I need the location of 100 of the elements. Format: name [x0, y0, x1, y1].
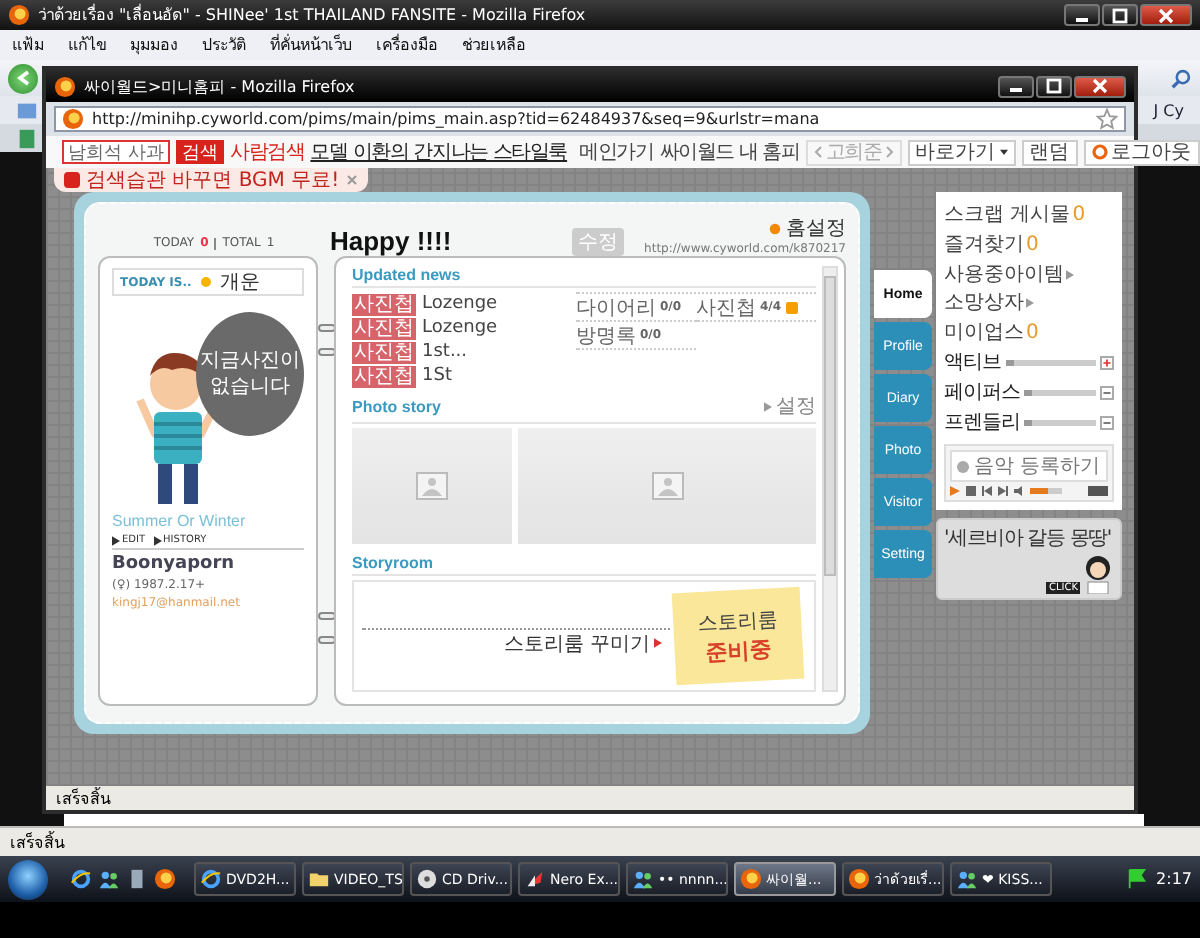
close-icon [1156, 7, 1176, 23]
image-icon [416, 472, 448, 500]
count-label[interactable]: 다이어리 [576, 293, 656, 321]
people-icon [632, 868, 654, 890]
avatar-icon [1082, 554, 1114, 594]
shortcut-dropdown[interactable]: 바로가기 [907, 139, 1016, 165]
notice-bar[interactable]: 검색습관 바꾸면 BGM 무료! [54, 168, 368, 192]
star-icon[interactable] [1096, 108, 1118, 130]
document-icon[interactable] [126, 868, 148, 890]
menu-item[interactable]: มุมมอง [130, 32, 178, 58]
speech-bubble: 지금사진이 없습니다 [196, 312, 304, 436]
category-tag: 사진첩 [352, 341, 416, 363]
e-logo-icon [70, 868, 92, 890]
maximize-button[interactable] [1102, 4, 1138, 26]
news-link[interactable]: 1st... [422, 342, 468, 362]
arrow-icon [112, 535, 120, 545]
play-icon[interactable] [950, 486, 960, 496]
next-icon[interactable] [998, 486, 1008, 496]
browser-icon [740, 868, 762, 890]
maximize-icon [1044, 78, 1064, 94]
category-tag: 사진첩 [352, 293, 416, 315]
close-button[interactable] [1074, 75, 1126, 97]
back-button[interactable] [8, 63, 38, 93]
people-icon [956, 868, 978, 890]
search-field[interactable]: 남희석 사과 [62, 140, 170, 164]
menu-item[interactable]: ช่วยเหลือ [462, 32, 526, 58]
section-heading: Storyroom [352, 554, 433, 572]
decorate-link[interactable]: 스토리룸 꾸미기 [362, 627, 670, 657]
menu-item[interactable]: แก้ไข [68, 32, 106, 58]
address-field[interactable]: http://minihp.cyworld.com/pims/main/pims_main.asp?tid=62484937&seq=9&urlstr=mana [54, 106, 1126, 132]
flame-icon [524, 868, 546, 890]
count-label[interactable]: 방명록 [576, 321, 636, 349]
menu-item[interactable]: แฟ้ม [12, 32, 44, 58]
logout-button[interactable]: 로그아웃 [1083, 139, 1200, 165]
arrow-icon [1026, 297, 1034, 307]
category-tag: 사진첩 [352, 365, 416, 387]
plus-icon[interactable] [1100, 355, 1114, 369]
random-button[interactable]: 랜덤 [1021, 139, 1078, 165]
volume-slider[interactable] [1030, 488, 1062, 494]
arrow-icon [153, 535, 162, 545]
nav-link[interactable]: 메인가기 [579, 138, 654, 166]
previous-icon[interactable] [813, 146, 822, 158]
music-register-button[interactable]: 음악 등록하기 [950, 450, 1108, 482]
setting-link[interactable]: 설정 [764, 392, 816, 420]
gauge-label: 페이퍼스 [944, 380, 1020, 406]
bookmark-icon[interactable] [16, 99, 38, 121]
flag-icon[interactable] [1126, 868, 1149, 890]
minus-icon[interactable] [1100, 385, 1114, 399]
side-link[interactable]: 미이업스 [944, 318, 1024, 346]
news-link[interactable]: Lozenge [422, 294, 498, 314]
side-count: 0 [1072, 203, 1086, 225]
new-badge-icon [785, 301, 798, 313]
bookmark-link[interactable]: J Cy [1153, 101, 1184, 119]
gauge-label: 프렌들리 [944, 410, 1020, 436]
promo-link[interactable]: 모델 이환의 간지나는 스타일룩 [310, 138, 568, 166]
people-search-link[interactable]: 사람검색 [230, 138, 305, 166]
minimize-button[interactable] [1064, 4, 1100, 26]
close-icon[interactable] [345, 174, 358, 186]
close-button[interactable] [1140, 4, 1192, 26]
next-icon[interactable] [885, 146, 894, 158]
side-link[interactable]: 사용중아이템 [944, 260, 1064, 288]
minus-icon[interactable] [1100, 415, 1114, 429]
side-link[interactable]: 즐겨찾기 [944, 230, 1024, 258]
side-link[interactable]: 소망상자 [944, 288, 1024, 316]
menu-item[interactable]: ประวัติ [202, 32, 246, 58]
image-icon [651, 472, 683, 500]
page-icon[interactable] [16, 127, 38, 149]
close-icon [1090, 78, 1110, 94]
gauge-track [1005, 359, 1096, 365]
sun-icon [197, 274, 214, 290]
browser-icon [8, 4, 30, 26]
category-tag: 사진첩 [352, 317, 416, 339]
start-button[interactable] [8, 859, 48, 899]
news-link[interactable]: Lozenge [422, 318, 498, 338]
volume-icon [1014, 486, 1024, 496]
scrollbar[interactable] [822, 266, 838, 692]
section-heading: Photo story [352, 397, 441, 415]
window-title: ว่าด้วยเรื่อง "เลื่อนอัด" - SHINee' 1st THAILAND FANSITE - Mozilla Firefox [38, 2, 588, 28]
menu-item[interactable]: เครื่องมือ [376, 32, 438, 58]
gauge-track [1024, 419, 1096, 425]
arrow-icon [764, 401, 772, 411]
banner-text: '세르비아 갈등 몽땅' [944, 526, 1113, 552]
nav-link[interactable]: 싸이월드 내 홈피 [659, 138, 800, 166]
caret-icon [999, 147, 1008, 157]
search-icon[interactable] [1170, 67, 1192, 89]
browser-icon [54, 75, 76, 97]
news-link[interactable]: 1St [422, 366, 452, 386]
previous-icon[interactable] [982, 486, 992, 496]
profile-title: Summer Or Winter [112, 512, 248, 530]
search-button[interactable]: 검색 [176, 140, 224, 164]
side-link[interactable]: 스크랩 게시물 [944, 200, 1071, 228]
menu-item[interactable]: ที่คั่นหน้าเว็บ [270, 32, 352, 58]
home-setting-link[interactable]: 홈설정 [768, 214, 846, 242]
count-label[interactable]: 사진첩 [696, 293, 756, 321]
note-status: 준비중 [705, 633, 773, 667]
minimize-button[interactable] [998, 75, 1034, 97]
mood-value: 개운 [219, 270, 260, 296]
maximize-button[interactable] [1036, 75, 1072, 97]
ring-icon [1091, 144, 1108, 160]
arrow-icon [1066, 269, 1074, 279]
